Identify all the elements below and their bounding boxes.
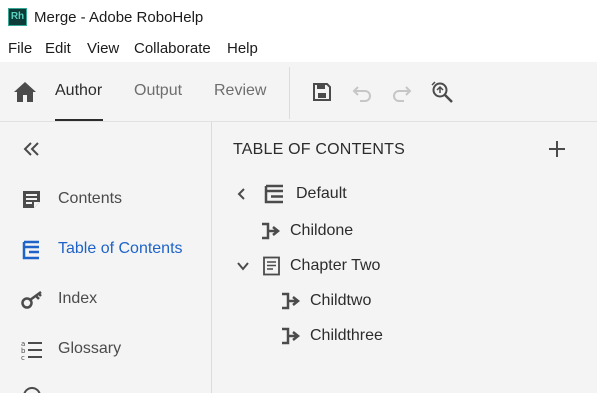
menu-help[interactable]: Help	[227, 40, 258, 57]
sidebar-item-table-of-contents[interactable]: Table of Contents	[0, 230, 211, 270]
tree-item-label: Childtwo	[310, 292, 372, 309]
more-items-icon	[20, 384, 44, 393]
sidebar-item-contents[interactable]: Contents	[0, 180, 211, 220]
redo-icon[interactable]	[390, 80, 414, 104]
chevron-down-icon[interactable]	[235, 258, 251, 274]
glossary-icon: abc	[20, 338, 44, 362]
chevron-left-icon[interactable]	[234, 186, 250, 202]
toolbar: Author Output Review	[0, 62, 597, 122]
svg-text:c: c	[21, 354, 25, 362]
active-tab-indicator	[55, 119, 103, 121]
sidebar-item-label: Table of Contents	[58, 240, 183, 257]
menu-edit[interactable]: Edit	[45, 40, 71, 57]
topic-link-icon	[260, 221, 282, 241]
tree-row-chapter-two[interactable]: Chapter Two	[232, 251, 572, 281]
tab-review[interactable]: Review	[214, 82, 266, 100]
save-icon[interactable]	[310, 80, 334, 104]
tab-author[interactable]: Author	[55, 82, 102, 100]
tree-item-label: Chapter Two	[290, 257, 381, 274]
key-icon	[20, 288, 44, 312]
add-icon[interactable]	[547, 139, 567, 159]
collapse-sidebar-icon[interactable]	[22, 140, 42, 158]
tree-row-default[interactable]: Default	[232, 179, 572, 209]
menu-bar: File Edit View Collaborate Help	[0, 38, 597, 60]
book-icon	[261, 256, 283, 276]
tree-item-label: Childthree	[310, 327, 383, 344]
tree-item-label: Default	[296, 185, 347, 202]
toolbar-divider	[289, 67, 290, 119]
tree-row-childthree[interactable]: Childthree	[232, 321, 572, 351]
sidebar-item-label: Glossary	[58, 340, 122, 357]
contents-icon	[20, 188, 44, 212]
tree-item-label: Childone	[290, 222, 354, 239]
home-icon[interactable]	[13, 81, 37, 103]
topic-link-icon	[280, 326, 302, 346]
sidebar-item-glossary[interactable]: abc Glossary	[0, 330, 211, 370]
sidebar-item-index[interactable]: Index	[0, 280, 211, 320]
panel-title: TABLE OF CONTENTS	[233, 141, 406, 158]
left-sidebar: Contents Table of Contents Index abc Glo…	[0, 122, 212, 393]
sidebar-item-label: Contents	[58, 190, 123, 207]
toc-icon	[20, 238, 44, 262]
window-title: Merge - Adobe RoboHelp	[34, 9, 204, 26]
tab-output[interactable]: Output	[134, 82, 182, 100]
title-bar: Rh Merge - Adobe RoboHelp	[0, 0, 597, 34]
toc-panel: TABLE OF CONTENTS Default Childone Chapt…	[212, 122, 597, 393]
tree-row-childone[interactable]: Childone	[232, 216, 572, 246]
undo-icon[interactable]	[350, 80, 374, 104]
menu-file[interactable]: File	[8, 40, 32, 57]
tree-row-childtwo[interactable]: Childtwo	[232, 286, 572, 316]
topic-link-icon	[280, 291, 302, 311]
robohelp-logo-icon: Rh	[8, 8, 27, 26]
search-replace-icon[interactable]	[430, 80, 454, 104]
sidebar-item-label: Index	[58, 290, 98, 307]
menu-collaborate[interactable]: Collaborate	[134, 40, 211, 57]
menu-view[interactable]: View	[87, 40, 119, 57]
toc-icon	[263, 184, 285, 204]
